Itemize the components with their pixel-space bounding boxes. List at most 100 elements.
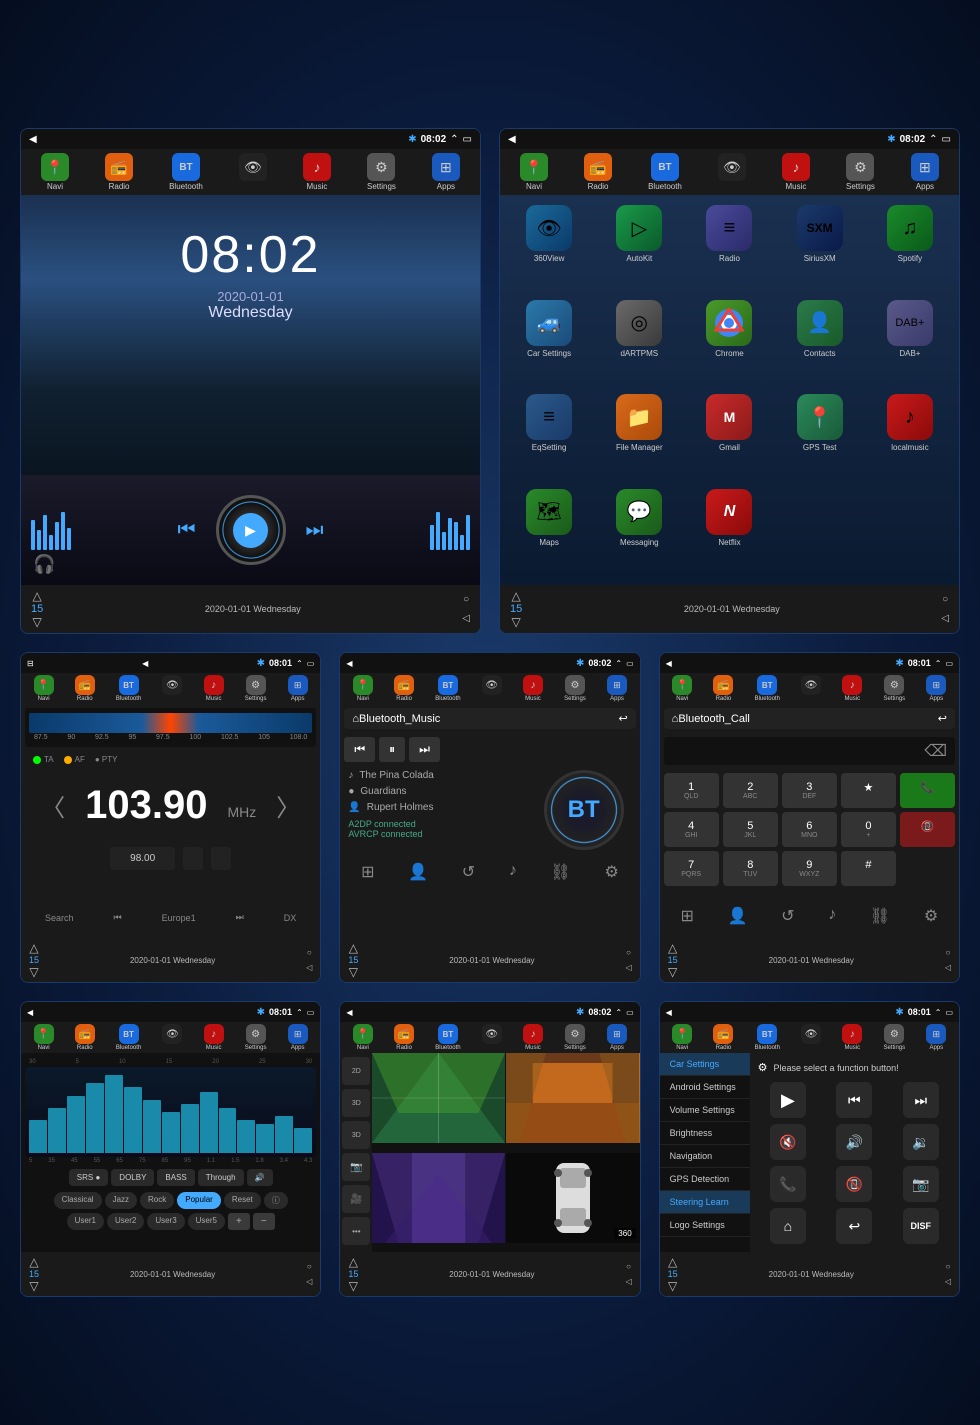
back-btn-3[interactable]: ◁ — [306, 963, 312, 972]
dial-4[interactable]: 4GHI — [664, 812, 719, 847]
bt-pause[interactable]: ⏸ — [379, 737, 405, 762]
back-btn-2[interactable]: ◁ — [941, 613, 949, 624]
app-eqsetting[interactable]: ≡ EqSetting — [508, 394, 590, 481]
dsp-vol-btn[interactable]: 🔊 — [247, 1169, 273, 1186]
dsp-popular[interactable]: Popular — [177, 1192, 221, 1209]
dsp-srs-btn[interactable]: SRS ● — [69, 1169, 109, 1186]
back-btn-5[interactable]: ◁ — [945, 963, 951, 972]
back-icon-3[interactable]: ⊟ — [27, 659, 34, 668]
menu-car-settings[interactable]: Car Settings — [660, 1053, 750, 1076]
back-icon-8[interactable]: ◀ — [666, 1008, 672, 1017]
menu-brightness[interactable]: Brightness — [660, 1122, 750, 1145]
backspace-btn[interactable]: ⌫ — [924, 741, 947, 761]
cam-3d2-btn[interactable]: 3D — [342, 1121, 370, 1149]
search-btn[interactable]: Search — [45, 913, 74, 923]
home-btn-3[interactable]: ○ — [307, 948, 312, 957]
dial-call[interactable]: 📞 — [900, 773, 955, 808]
back-icon-5[interactable]: ◀ — [666, 659, 672, 668]
nav-apps-1[interactable]: ⊞ Apps — [432, 153, 460, 191]
nav-navi-2[interactable]: 📍 Navi — [520, 153, 548, 191]
func-mute[interactable]: 🔇 — [770, 1124, 806, 1160]
play-btn[interactable]: ▶ — [233, 513, 268, 548]
nav-navi-1[interactable]: 📍 Navi — [41, 153, 69, 191]
back-btn-4[interactable]: ◁ — [626, 963, 632, 972]
app-gpstest[interactable]: 📍 GPS Test — [779, 394, 861, 481]
dial-star[interactable]: ★ — [841, 773, 896, 808]
dial-0[interactable]: 0+ — [841, 812, 896, 847]
back-btn-8[interactable]: ◁ — [945, 1277, 951, 1286]
menu-steering-learn[interactable]: Steering Learn — [660, 1191, 750, 1214]
next-station-btn[interactable]: ⏭ — [236, 912, 244, 923]
menu-gps-detection[interactable]: GPS Detection — [660, 1168, 750, 1191]
back-icon[interactable]: ◀ — [29, 134, 37, 145]
btcall-contact-icon[interactable]: 👤 — [728, 906, 748, 926]
dial-2[interactable]: 2ABC — [723, 773, 778, 808]
app-spotify[interactable]: ♫ Spotify — [869, 205, 951, 292]
func-call[interactable]: 📞 — [770, 1166, 806, 1202]
func-back[interactable]: ↩ — [836, 1208, 872, 1244]
dsp-user3[interactable]: User3 — [147, 1213, 184, 1230]
back2-icon-3[interactable]: ◀ — [142, 659, 148, 668]
bt-music-back[interactable]: ↩ — [618, 712, 627, 725]
btcall-dialpad-icon[interactable]: ⊞ — [680, 906, 693, 926]
func-vol-down[interactable]: 🔉 — [903, 1124, 939, 1160]
home-btn-6[interactable]: ○ — [307, 1262, 312, 1271]
cam-snap-btn[interactable]: 📷 — [342, 1153, 370, 1181]
bt-call-back[interactable]: ↩ — [938, 712, 947, 725]
dial-5[interactable]: 5JKL — [723, 812, 778, 847]
dial-3[interactable]: 3DEF — [782, 773, 837, 808]
menu-logo-settings[interactable]: Logo Settings — [660, 1214, 750, 1237]
btcall-music-icon[interactable]: ♪ — [828, 906, 836, 926]
bt-music-icon[interactable]: ♪ — [509, 862, 517, 882]
bt-contact-icon[interactable]: 👤 — [408, 862, 428, 882]
dial-end[interactable]: 📵 — [900, 812, 955, 847]
dial-9[interactable]: 9WXYZ — [782, 851, 837, 886]
func-play[interactable]: ▶ — [770, 1082, 806, 1118]
dial-7[interactable]: 7PQRS — [664, 851, 719, 886]
home-btn-8[interactable]: ○ — [945, 1262, 950, 1271]
app-360view[interactable]: 👁 360View — [508, 205, 590, 292]
bt-link-icon[interactable]: ⛓ — [551, 862, 571, 882]
btcall-settings-icon[interactable]: ⚙ — [924, 906, 938, 926]
nav-cam-1[interactable]: 👁 — [239, 153, 267, 191]
nav-radio-2[interactable]: 📻 Radio — [584, 153, 612, 191]
bt-settings-icon[interactable]: ⚙ — [604, 862, 618, 882]
back-btn-6[interactable]: ◁ — [306, 1277, 312, 1286]
cam-vid-btn[interactable]: 🎥 — [342, 1185, 370, 1213]
back-icon-4[interactable]: ◀ — [346, 659, 352, 668]
app-gmail[interactable]: M Gmail — [688, 394, 770, 481]
home-btn-1[interactable]: ○ — [463, 594, 469, 605]
nav-settings-2[interactable]: ⚙ Settings — [846, 153, 875, 191]
nav-radio-1[interactable]: 📻 Radio — [105, 153, 133, 191]
prev-btn[interactable]: ⏮ — [178, 519, 196, 542]
back-btn-7[interactable]: ◁ — [626, 1277, 632, 1286]
next-btn[interactable]: ⏭ — [306, 519, 324, 542]
dsp-user2[interactable]: User2 — [107, 1213, 144, 1230]
app-localmusic[interactable]: ♪ localmusic — [869, 394, 951, 481]
nav-bt-1[interactable]: BT Bluetooth — [169, 153, 203, 191]
bt-call-icon[interactable]: ↺ — [462, 862, 475, 882]
app-maps[interactable]: 🗺 Maps — [508, 489, 590, 576]
nav-music-1[interactable]: ♪ Music — [303, 153, 331, 191]
home-btn-7[interactable]: ○ — [626, 1262, 631, 1271]
app-dab[interactable]: DAB+ DAB+ — [869, 300, 951, 387]
app-dartpms[interactable]: ◎ dARTPMS — [598, 300, 680, 387]
freq-up-btn[interactable]: 〉 — [276, 788, 300, 823]
dial-1[interactable]: 1QLD — [664, 773, 719, 808]
app-chrome[interactable]: Chrome — [688, 300, 770, 387]
back-icon-7[interactable]: ◀ — [346, 1008, 352, 1017]
back-icon-2[interactable]: ◀ — [508, 134, 516, 145]
app-autokit[interactable]: ▷ AutoKit — [598, 205, 680, 292]
func-home[interactable]: ⌂ — [770, 1208, 806, 1244]
app-contacts[interactable]: 👤 Contacts — [779, 300, 861, 387]
freq-down-btn[interactable]: 〈 — [41, 788, 65, 823]
app-siriusxm[interactable]: SXM SiriusXM — [779, 205, 861, 292]
dsp-rock[interactable]: Rock — [140, 1192, 174, 1209]
dsp-bass-btn[interactable]: BASS — [157, 1169, 194, 1186]
btcall-link-icon[interactable]: ⛓ — [870, 906, 890, 926]
func-vol-up[interactable]: 🔊 — [836, 1124, 872, 1160]
bt-prev[interactable]: ⏮ — [344, 737, 375, 762]
home-btn-4[interactable]: ○ — [626, 948, 631, 957]
dial-hash[interactable]: # — [841, 851, 896, 886]
cam-2d-btn[interactable]: 2D — [342, 1057, 370, 1085]
